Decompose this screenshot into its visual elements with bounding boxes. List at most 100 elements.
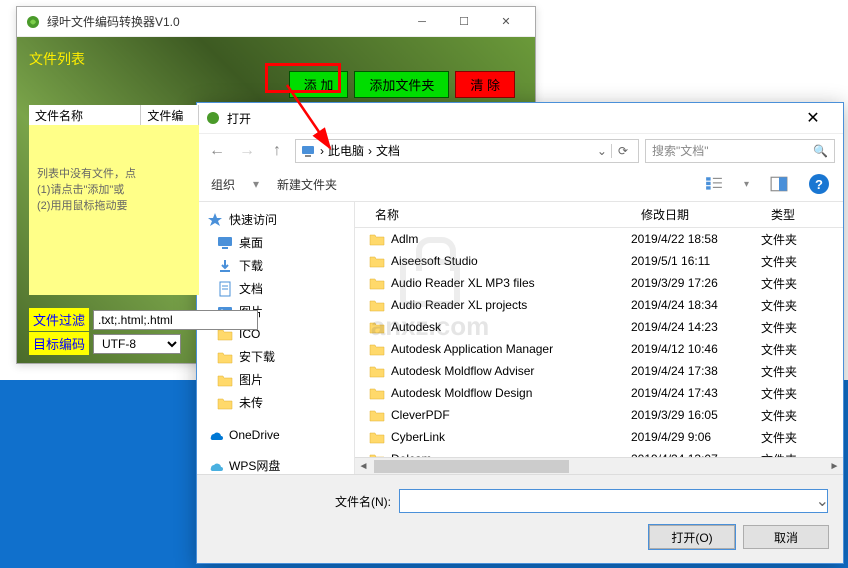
dialog-bottom: 文件名(N): ⌄ 打开(O) 取消 — [197, 474, 843, 563]
file-name: Audio Reader XL MP3 files — [391, 276, 631, 290]
filename-label: 文件名(N): — [317, 493, 391, 510]
back-button[interactable]: ← — [205, 139, 229, 163]
app-title: 绿叶文件编码转换器V1.0 — [47, 13, 401, 30]
col-encoding: 文件编码 — [141, 105, 199, 125]
file-date: 2019/4/24 18:34 — [631, 298, 761, 312]
folder-icon — [369, 276, 385, 290]
filename-input[interactable] — [399, 489, 828, 513]
file-date: 2019/3/29 16:05 — [631, 408, 761, 422]
file-name: Adlm — [391, 232, 631, 246]
sidebar-downloads[interactable]: 下载 — [197, 254, 354, 277]
open-dialog: 打开 ✕ ← → ↑ › 此电脑 › 文档 ⌄ ⟳ 搜索"文档" 🔍 组织 ▾ … — [196, 102, 844, 564]
dialog-icon — [205, 110, 221, 126]
file-type: 文件夹 — [761, 429, 843, 446]
col-filename: 文件名称 — [29, 105, 141, 125]
file-row[interactable]: Adlm2019/4/22 18:58文件夹 — [355, 228, 843, 250]
arrow-annotation — [282, 80, 342, 160]
file-row[interactable]: CleverPDF2019/3/29 16:05文件夹 — [355, 404, 843, 426]
file-name: CleverPDF — [391, 408, 631, 422]
folder-icon — [369, 364, 385, 378]
app-icon — [25, 14, 41, 30]
file-row[interactable]: Autodesk2019/4/24 14:23文件夹 — [355, 316, 843, 338]
file-type: 文件夹 — [761, 253, 843, 270]
maximize-button[interactable]: ☐ — [443, 8, 485, 36]
file-date: 2019/4/29 9:06 — [631, 430, 761, 444]
col-type[interactable]: 类型 — [761, 206, 843, 223]
file-type: 文件夹 — [761, 297, 843, 314]
dialog-sidebar: 快速访问 桌面 下载 文档 图片 ICO 安下载 图片 未传 OneDrive … — [197, 202, 355, 474]
horizontal-scrollbar[interactable]: ◄ ► — [355, 457, 843, 474]
file-row[interactable]: Delcam2019/4/24 13:07文件夹 — [355, 448, 843, 457]
folder-icon — [369, 430, 385, 444]
organize-menu[interactable]: 组织 — [211, 176, 235, 193]
file-list-label: 文件列表 — [29, 49, 85, 69]
sidebar-anxiazai[interactable]: 安下载 — [197, 345, 354, 368]
filter-input[interactable] — [93, 310, 258, 330]
table-header: 文件名称 文件编码 — [29, 105, 199, 125]
file-date: 2019/4/22 18:58 — [631, 232, 761, 246]
folder-icon — [369, 386, 385, 400]
forward-button[interactable]: → — [235, 139, 259, 163]
folder-icon — [369, 342, 385, 356]
file-name: Autodesk Moldflow Adviser — [391, 364, 631, 378]
file-list[interactable]: Adlm2019/4/22 18:58文件夹Aiseesoft Studio20… — [355, 228, 843, 457]
file-row[interactable]: Aiseesoft Studio2019/5/1 16:11文件夹 — [355, 250, 843, 272]
file-date: 2019/3/29 17:26 — [631, 276, 761, 290]
clear-button[interactable]: 清 除 — [455, 71, 515, 98]
file-row[interactable]: Audio Reader XL MP3 files2019/3/29 17:26… — [355, 272, 843, 294]
open-button[interactable]: 打开(O) — [649, 525, 735, 549]
filename-dropdown-icon[interactable]: ⌄ — [816, 491, 829, 511]
sidebar-weichuan[interactable]: 未传 — [197, 391, 354, 414]
sidebar-documents[interactable]: 文档 — [197, 277, 354, 300]
file-row[interactable]: Autodesk Moldflow Design2019/4/24 17:43文… — [355, 382, 843, 404]
refresh-icon[interactable]: ⟳ — [611, 144, 634, 158]
file-date: 2019/4/24 14:23 — [631, 320, 761, 334]
file-list-placeholder: 列表中没有文件，点 (1)请点击"添加"或 (2)用用鼠标拖动要 — [29, 125, 199, 295]
file-name: CyberLink — [391, 430, 631, 444]
file-type: 文件夹 — [761, 363, 843, 380]
sidebar-wps[interactable]: WPS网盘 — [197, 454, 354, 474]
search-box[interactable]: 搜索"文档" 🔍 — [645, 139, 835, 163]
breadcrumb[interactable]: › 此电脑 › 文档 ⌄ ⟳ — [295, 139, 639, 163]
col-date[interactable]: 修改日期 — [631, 206, 761, 223]
scroll-right-icon[interactable]: ► — [826, 458, 843, 475]
scroll-left-icon[interactable]: ◄ — [355, 458, 372, 475]
file-name: Autodesk Moldflow Design — [391, 386, 631, 400]
file-area: 名称 修改日期 类型 Adlm2019/4/22 18:58文件夹Aiseeso… — [355, 202, 843, 474]
dropdown-icon[interactable]: ⌄ — [597, 144, 607, 158]
add-folder-button[interactable]: 添加文件夹 — [354, 71, 449, 98]
dialog-toolbar: 组织 ▾ 新建文件夹 ▾ ? — [197, 167, 843, 201]
sidebar-onedrive[interactable]: OneDrive — [197, 424, 354, 446]
folder-icon — [369, 298, 385, 312]
search-icon: 🔍 — [813, 144, 828, 158]
dialog-close-button[interactable]: ✕ — [791, 104, 835, 132]
file-name: Autodesk — [391, 320, 631, 334]
file-type: 文件夹 — [761, 407, 843, 424]
target-encoding-select[interactable]: UTF-8 — [93, 334, 181, 354]
search-placeholder: 搜索"文档" — [652, 142, 709, 159]
file-type: 文件夹 — [761, 341, 843, 358]
file-row[interactable]: Autodesk Application Manager2019/4/12 10… — [355, 338, 843, 360]
file-row[interactable]: Autodesk Moldflow Adviser2019/4/24 17:38… — [355, 360, 843, 382]
sidebar-desktop[interactable]: 桌面 — [197, 231, 354, 254]
sidebar-pictures2[interactable]: 图片 — [197, 368, 354, 391]
breadcrumb-folder[interactable]: 文档 — [376, 142, 400, 159]
preview-icon[interactable] — [767, 172, 791, 196]
cancel-button[interactable]: 取消 — [743, 525, 829, 549]
new-folder-button[interactable]: 新建文件夹 — [277, 176, 337, 193]
sidebar-quick-access[interactable]: 快速访问 — [197, 208, 354, 231]
scroll-thumb[interactable] — [374, 460, 569, 473]
close-button[interactable]: ✕ — [485, 8, 527, 36]
view-icon[interactable] — [702, 172, 726, 196]
help-icon[interactable]: ? — [809, 174, 829, 194]
file-type: 文件夹 — [761, 385, 843, 402]
file-date: 2019/4/12 10:46 — [631, 342, 761, 356]
file-name: Audio Reader XL projects — [391, 298, 631, 312]
target-encoding-label: 目标编码 — [29, 332, 89, 355]
file-list-header: 名称 修改日期 类型 — [355, 202, 843, 228]
folder-icon — [369, 408, 385, 422]
file-row[interactable]: Audio Reader XL projects2019/4/24 18:34文… — [355, 294, 843, 316]
file-row[interactable]: CyberLink2019/4/29 9:06文件夹 — [355, 426, 843, 448]
col-name[interactable]: 名称 — [355, 206, 631, 223]
minimize-button[interactable]: ─ — [401, 8, 443, 36]
